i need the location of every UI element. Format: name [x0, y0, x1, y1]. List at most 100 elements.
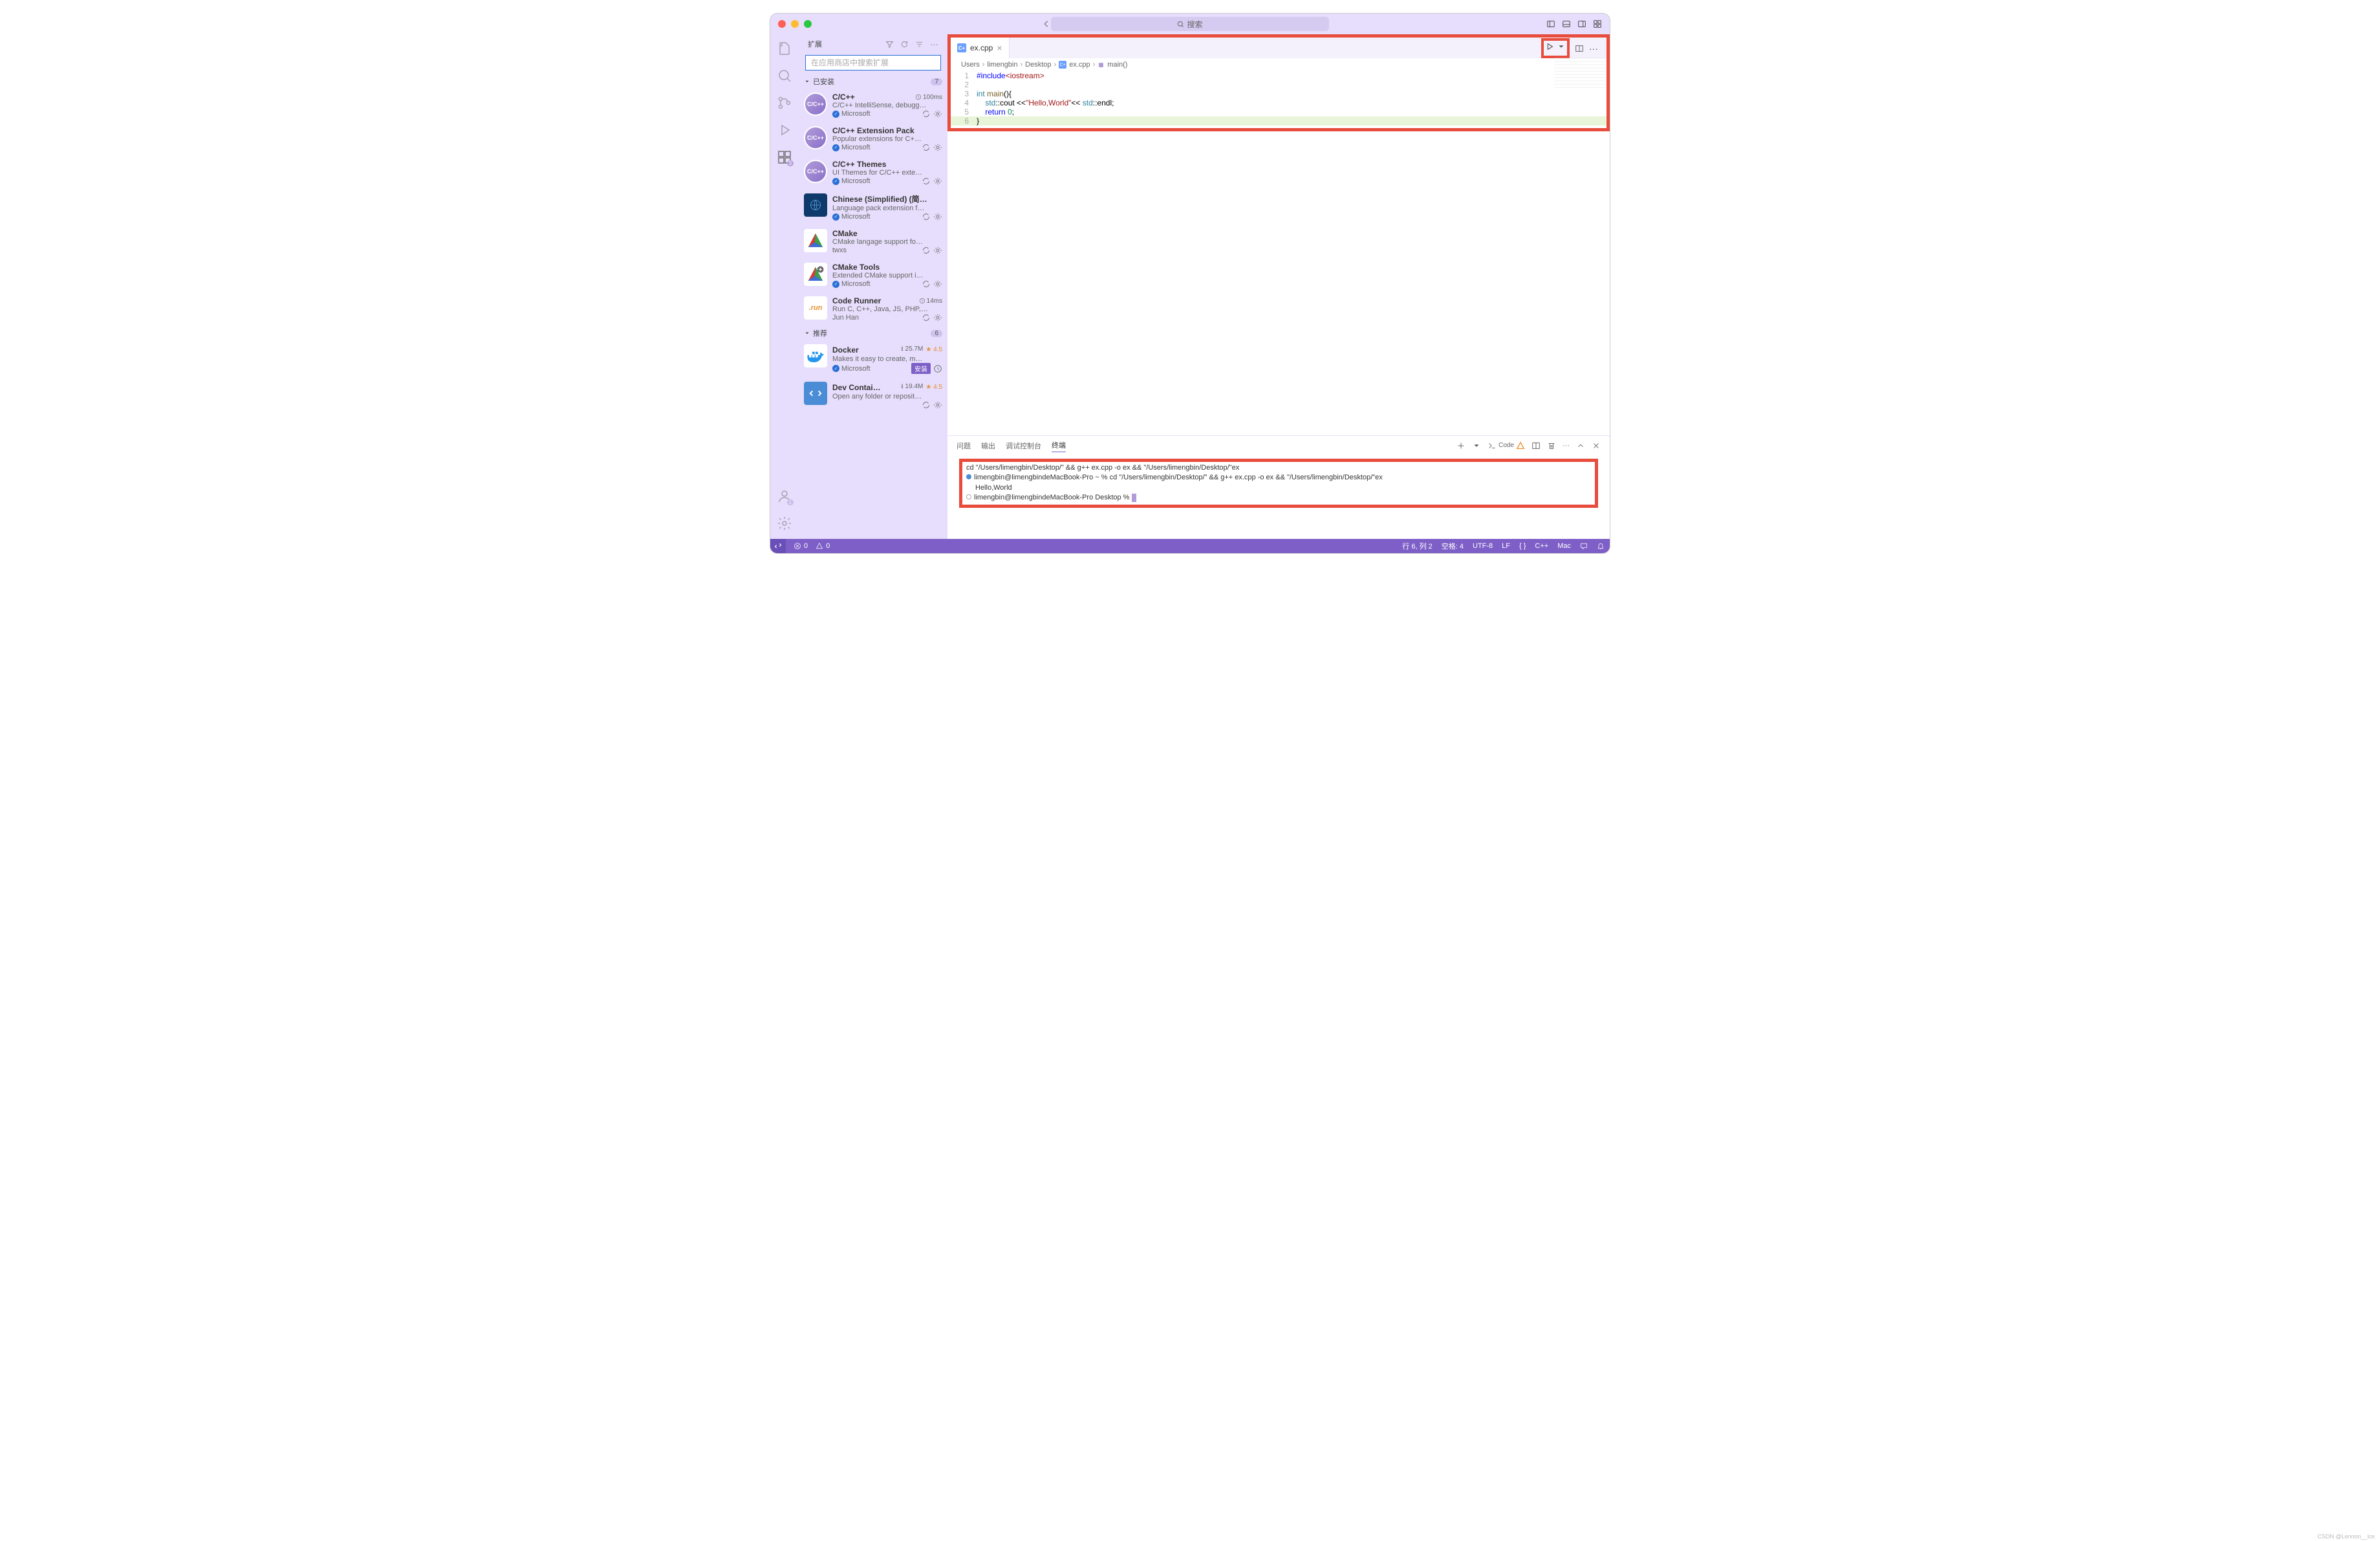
extension-item[interactable]: C/C++ C/C++ Extension Pack Popular exten…	[799, 122, 947, 156]
tab-problems[interactable]: 问题	[957, 439, 971, 452]
sidebar-title: 扩展	[808, 39, 822, 49]
gear-icon[interactable]	[933, 177, 942, 186]
bottom-panel: 问题 输出 调试控制台 终端 Code ···	[947, 435, 1610, 539]
extension-item[interactable]: C/C++ C/C++ Themes UI Themes for C/C++ e…	[799, 156, 947, 190]
gear-icon[interactable]	[933, 400, 942, 410]
kill-terminal-icon[interactable]	[1547, 441, 1556, 450]
maximize-window[interactable]	[804, 20, 812, 28]
close-window[interactable]	[778, 20, 786, 28]
extension-item[interactable]: CMake CMake langage support fo… twxs	[799, 225, 947, 259]
more-icon[interactable]: ···	[930, 39, 938, 49]
debug-icon[interactable]	[777, 122, 792, 138]
extension-item[interactable]: CMake Tools Extended CMake support i… ✓M…	[799, 259, 947, 292]
filter-icon[interactable]	[885, 40, 894, 49]
minimap[interactable]	[1554, 58, 1606, 90]
status-encoding[interactable]: UTF-8	[1473, 541, 1493, 551]
extensions-search-input[interactable]	[805, 55, 941, 71]
extension-item[interactable]: .run Code Runner14ms Run C, C++, Java, J…	[799, 292, 947, 326]
status-errors[interactable]: 0	[794, 542, 808, 550]
minimize-window[interactable]	[791, 20, 799, 28]
gear-icon[interactable]	[933, 313, 942, 322]
terminal[interactable]: cd "/Users/limengbin/Desktop/" && g++ ex…	[947, 455, 1610, 514]
tab-ex-cpp[interactable]: C+ ex.cpp ×	[951, 38, 1010, 58]
status-spaces[interactable]: 空格: 4	[1442, 541, 1464, 551]
status-lang[interactable]: C++	[1535, 541, 1548, 551]
status-bell-icon[interactable]	[1597, 541, 1605, 551]
split-editor-icon[interactable]	[1575, 44, 1584, 53]
search-icon[interactable]	[777, 68, 792, 83]
layout-panel-icon[interactable]	[1562, 19, 1571, 28]
split-terminal-icon[interactable]	[1531, 441, 1541, 450]
close-panel-icon[interactable]	[1592, 441, 1601, 450]
close-icon[interactable]: ×	[997, 43, 1002, 53]
search-icon	[1177, 21, 1184, 28]
panel-tabs: 问题 输出 调试控制台 终端 Code ···	[947, 436, 1610, 455]
sync-icon[interactable]	[922, 400, 931, 410]
tab-label: ex.cpp	[970, 43, 993, 52]
run-icon[interactable]	[1545, 42, 1554, 51]
sync-icon[interactable]	[922, 246, 931, 255]
sync-icon[interactable]	[922, 109, 931, 118]
gear-icon[interactable]	[933, 143, 942, 152]
layout-sidebar-right-icon[interactable]	[1577, 19, 1586, 28]
sync-icon[interactable]	[922, 212, 931, 221]
sync-icon[interactable]	[922, 143, 931, 152]
maximize-panel-icon[interactable]	[1576, 441, 1585, 450]
remote-indicator[interactable]	[770, 539, 786, 553]
terminal-profile[interactable]: Code	[1488, 441, 1525, 450]
refresh-icon[interactable]	[900, 40, 909, 49]
status-line-col[interactable]: 行 6, 列 2	[1402, 541, 1432, 551]
explorer-icon[interactable]	[777, 41, 792, 56]
window-controls	[778, 20, 812, 28]
more-icon[interactable]: ···	[1589, 43, 1598, 54]
status-warnings[interactable]: 0	[816, 542, 830, 550]
command-center[interactable]: 搜索	[1051, 17, 1329, 31]
search-placeholder: 搜索	[1187, 19, 1202, 30]
chevron-down-icon	[804, 330, 810, 336]
code-editor[interactable]: 1#include<iostream>23int main(){4 std::c…	[951, 71, 1606, 128]
tab-terminal[interactable]: 终端	[1052, 439, 1066, 452]
workbench-body: 3 1 扩展 ··· 已安装 7	[770, 34, 1610, 539]
sync-icon[interactable]	[922, 279, 931, 289]
tab-output[interactable]: 输出	[981, 439, 995, 452]
tab-debug[interactable]: 调试控制台	[1006, 439, 1041, 452]
source-control-icon[interactable]	[777, 95, 792, 111]
sync-icon[interactable]	[922, 313, 931, 322]
titlebar-actions	[1546, 19, 1602, 28]
extension-item[interactable]: Chinese (Simplified) (简… Language pack e…	[799, 190, 947, 225]
nav-back-icon[interactable]	[1042, 19, 1051, 28]
more-icon[interactable]: ···	[1563, 442, 1570, 450]
extensions-icon[interactable]: 3	[777, 149, 792, 165]
install-button[interactable]: 安装	[911, 363, 931, 374]
section-installed[interactable]: 已安装 7	[799, 74, 947, 89]
extension-item[interactable]: Dev Contai…⭳ 19.4M ★ 4.5 Open any folder…	[799, 378, 947, 413]
activity-bar: 3 1	[770, 34, 799, 539]
layout-sidebar-left-icon[interactable]	[1546, 19, 1555, 28]
new-terminal-icon[interactable]	[1456, 441, 1466, 450]
gear-icon[interactable]	[933, 279, 942, 289]
sidebar-header: 扩展 ···	[799, 34, 947, 54]
gear-icon[interactable]	[933, 212, 942, 221]
status-brackets[interactable]: { }	[1519, 541, 1526, 551]
status-eol[interactable]: LF	[1502, 541, 1510, 551]
section-recommended[interactable]: 推荐 6	[799, 326, 947, 340]
extension-item[interactable]: C/C++ C/C++100ms C/C++ IntelliSense, deb…	[799, 89, 947, 122]
gear-icon[interactable]	[933, 246, 942, 255]
vscode-window: 搜索 3 1 扩展	[770, 13, 1610, 554]
account-icon[interactable]: 1	[777, 488, 792, 504]
extension-item[interactable]: Docker⭳ 25.7M ★ 4.5 Makes it easy to cre…	[799, 340, 947, 378]
editor-group: C+ ex.cpp × Users › limengbin › Desktop …	[947, 34, 1610, 539]
extensions-sidebar: 扩展 ··· 已安装 7 C/C++ C/C++100ms C/C++ Inte…	[799, 34, 947, 539]
sync-icon[interactable]	[922, 177, 931, 186]
chevron-down-icon[interactable]	[1472, 441, 1481, 450]
layout-customize-icon[interactable]	[1593, 19, 1602, 28]
editor-tabs: C+ ex.cpp ×	[951, 38, 1606, 58]
gear-icon[interactable]	[933, 109, 942, 118]
status-os[interactable]: Mac	[1557, 541, 1571, 551]
clear-icon[interactable]	[915, 40, 924, 49]
status-feedback-icon[interactable]	[1580, 541, 1588, 551]
settings-gear-icon[interactable]	[777, 516, 792, 531]
breadcrumbs[interactable]: Users › limengbin › Desktop › C+ ex.cpp …	[951, 58, 1606, 71]
chevron-down-icon	[804, 78, 810, 85]
chevron-down-icon[interactable]	[1557, 42, 1566, 51]
